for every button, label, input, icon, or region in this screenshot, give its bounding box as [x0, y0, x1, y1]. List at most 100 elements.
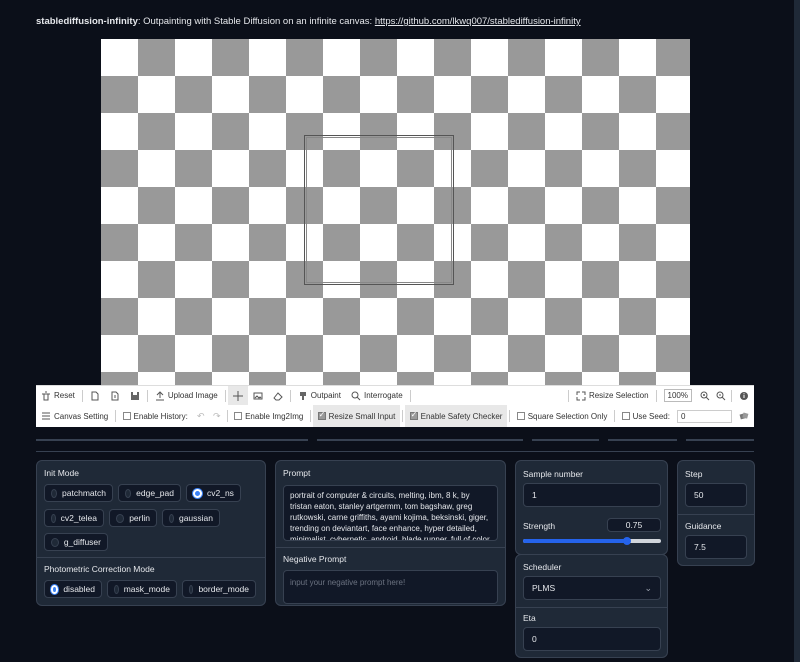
interrogate-button[interactable]: Interrogate [346, 386, 408, 405]
option-label: border_mode [198, 584, 249, 594]
zoom-value: 100% [663, 389, 692, 402]
selection-box[interactable] [304, 135, 454, 285]
move-icon [232, 390, 243, 401]
init-mode-cv2-telea[interactable]: cv2_telea [44, 509, 104, 527]
radio-indicator[interactable] [51, 488, 58, 498]
checkbox-box-checked[interactable] [409, 410, 418, 420]
init-mode-cv2-ns[interactable]: cv2_ns [186, 484, 241, 502]
outpaint-button[interactable]: Outpaint [293, 386, 346, 405]
toolbar-divider [409, 389, 411, 402]
collapsed-section-line[interactable] [608, 439, 677, 441]
undo-button[interactable]: ↶ [193, 405, 209, 427]
photometric-mask-mode[interactable]: mask_mode [107, 580, 177, 598]
panel-divider [37, 557, 265, 558]
strength-number-input[interactable]: 0.75 [607, 518, 661, 532]
resize-small-input-checkbox[interactable]: Resize Small Input [312, 405, 401, 427]
eta-label: Eta [523, 613, 536, 623]
radio-indicator[interactable] [189, 584, 194, 594]
radio-indicator[interactable] [169, 513, 174, 523]
seed-field[interactable]: 0 [675, 405, 734, 427]
use-seed-label: Use Seed: [632, 411, 670, 421]
seed-input[interactable]: 0 [676, 409, 732, 423]
radio-indicator[interactable] [125, 488, 132, 498]
zoom-level[interactable]: 100% [659, 386, 697, 405]
strength-slider[interactable] [523, 537, 661, 545]
zoom-out-button[interactable] [713, 386, 729, 405]
zoom-in-button[interactable] [697, 386, 713, 405]
app-name: stablediffusion-infinity [36, 16, 138, 27]
strength-slider-thumb[interactable] [622, 537, 631, 545]
collapsed-section-line[interactable] [686, 439, 754, 441]
option-label: cv2_telea [60, 513, 97, 523]
random-seed-button[interactable] [734, 405, 754, 427]
move-tool-button[interactable] [227, 386, 248, 405]
collapsed-section-line[interactable] [532, 439, 599, 441]
radio-indicator[interactable] [116, 513, 125, 523]
toolbar-divider [289, 389, 291, 402]
checkbox-box[interactable] [234, 412, 243, 420]
upload-image-label: Upload Image [167, 391, 218, 400]
resize-selection-label: Resize Selection [588, 391, 649, 400]
panel-divider [516, 607, 667, 608]
square-selection-only-checkbox[interactable]: Square Selection Only [512, 405, 613, 427]
import-button[interactable] [85, 386, 105, 405]
radio-indicator[interactable] [51, 513, 56, 523]
enable-history-checkbox[interactable]: Enable History: [118, 405, 193, 427]
negative-prompt-textarea[interactable]: input your negative prompt here! [283, 570, 498, 604]
enable-img2img-checkbox[interactable]: Enable Img2Img [229, 405, 308, 427]
eta-input[interactable]: 0 [523, 627, 661, 651]
init-mode-perlin[interactable]: perlin [109, 509, 157, 527]
radio-indicator-selected[interactable] [193, 488, 202, 498]
eraser-button[interactable] [268, 386, 288, 405]
reset-button[interactable]: Reset [36, 386, 80, 405]
collapsed-section-line[interactable] [317, 439, 523, 441]
toolbar-divider [655, 389, 657, 402]
dice-icon [739, 411, 749, 421]
photometric-title: Photometric Correction Mode [44, 564, 155, 574]
zoom-in-icon [700, 391, 710, 401]
canvas-setting-button[interactable]: Canvas Setting [36, 405, 113, 427]
infinite-canvas[interactable] [101, 39, 690, 385]
prompt-title: Prompt [283, 468, 311, 478]
save-button[interactable] [125, 386, 145, 405]
upload-image-button[interactable]: Upload Image [150, 386, 223, 405]
use-seed-checkbox[interactable]: Use Seed: [617, 405, 675, 427]
photometric-border-mode[interactable]: border_mode [182, 580, 256, 598]
option-label: perlin [129, 513, 150, 523]
init-mode-edge-pad[interactable]: edge_pad [118, 484, 181, 502]
step-input[interactable]: 50 [685, 483, 747, 507]
scheduler-label: Scheduler [523, 562, 562, 572]
init-mode-patchmatch[interactable]: patchmatch [44, 484, 113, 502]
page-scrollbar[interactable] [794, 0, 800, 662]
collapsed-section-line[interactable] [36, 439, 308, 441]
checkbox-box-checked[interactable] [317, 410, 326, 420]
scheduler-select[interactable]: PLMS ⌄ [523, 576, 661, 600]
guidance-input[interactable]: 7.5 [685, 535, 747, 559]
init-mode-title: Init Mode [44, 468, 79, 478]
upload-icon [155, 390, 165, 401]
checkbox-box[interactable] [122, 412, 131, 420]
radio-indicator[interactable] [51, 537, 59, 547]
checkbox-box[interactable] [621, 412, 630, 420]
export-button[interactable] [105, 386, 125, 405]
radio-indicator-selected[interactable] [51, 584, 59, 594]
photometric-disabled[interactable]: disabled [44, 580, 102, 598]
prompt-textarea[interactable]: portrait of computer & circuits, melting… [283, 485, 498, 541]
init-mode-gaussian[interactable]: gaussian [162, 509, 220, 527]
image-tool-button[interactable] [248, 386, 268, 405]
redo-button[interactable]: ↷ [209, 405, 225, 427]
option-label: g_diffuser [63, 537, 101, 547]
canvas-setting-label: Canvas Setting [54, 411, 109, 421]
checkbox-box[interactable] [516, 412, 525, 420]
resize-selection-button[interactable]: Resize Selection [571, 386, 654, 405]
info-button[interactable] [734, 386, 754, 405]
init-mode-g-diffuser[interactable]: g_diffuser [44, 533, 108, 551]
github-link[interactable]: https://github.com/lkwq007/stablediffusi… [375, 16, 581, 27]
sample-strength-panel: Sample number 1 Strength 0.75 [515, 460, 668, 555]
enable-safety-checker-checkbox[interactable]: Enable Safety Checker [404, 405, 508, 427]
sample-number-label: Sample number [523, 469, 584, 479]
sample-number-input[interactable]: 1 [523, 483, 661, 507]
strength-label: Strength [523, 521, 556, 531]
radio-indicator[interactable] [114, 584, 119, 594]
toolbar-divider [567, 389, 569, 402]
